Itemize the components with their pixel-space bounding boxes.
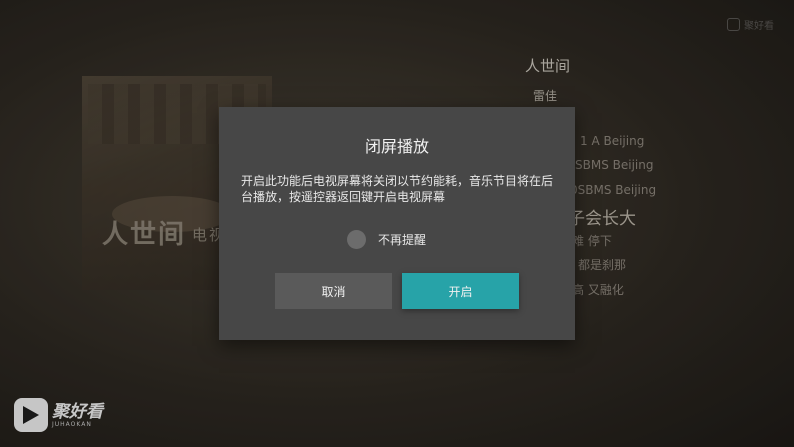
enable-button[interactable]: 开启 xyxy=(402,273,519,309)
dialog-title: 闭屏播放 xyxy=(364,137,429,156)
dont-remind-option[interactable]: 不再提醒 xyxy=(347,230,426,249)
cancel-button[interactable]: 取消 xyxy=(275,273,392,309)
dont-remind-label: 不再提醒 xyxy=(378,233,427,247)
dialog-message: 开启此功能后电视屏幕将关闭以节约能耗，音乐节目将在后台播放，按遥控器返回键开启电… xyxy=(241,174,554,204)
screen-off-dialog: 闭屏播放 开启此功能后电视屏幕将关闭以节约能耗，音乐节目将在后台播放，按遥控器返… xyxy=(219,107,575,340)
dont-remind-radio[interactable] xyxy=(347,230,366,249)
